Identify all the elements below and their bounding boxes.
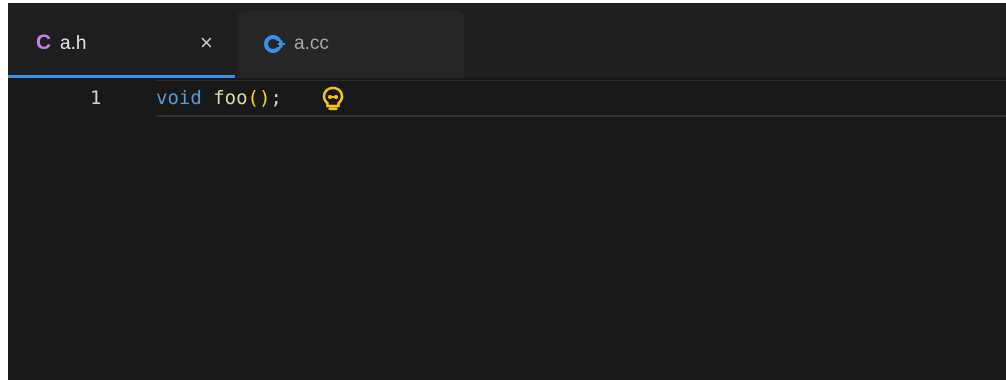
current-line-highlight	[156, 80, 1006, 117]
c-language-icon: C	[36, 31, 52, 54]
keyword-token: void	[156, 87, 202, 109]
tab-label: a.cc	[294, 33, 329, 54]
tab-a-h[interactable]: C a.h ×	[8, 11, 235, 78]
lightbulb-icon[interactable]	[322, 86, 344, 112]
parentheses-token: ()	[247, 87, 271, 109]
tab-a-cc[interactable]: a.cc	[238, 11, 464, 78]
code-editor[interactable]: 1 void foo();	[8, 78, 1006, 380]
line-number: 1	[90, 87, 102, 109]
close-icon[interactable]: ×	[200, 30, 213, 56]
cpp-language-icon	[264, 35, 285, 53]
tab-bar: C a.h × a.cc	[8, 3, 1006, 78]
semicolon-token: ;	[270, 87, 282, 109]
tab-label: a.h	[60, 33, 87, 54]
function-name-token: foo	[213, 87, 248, 109]
code-line[interactable]: void foo();	[156, 87, 282, 109]
editor-window: C a.h × a.cc 1 void foo();	[8, 3, 1006, 380]
